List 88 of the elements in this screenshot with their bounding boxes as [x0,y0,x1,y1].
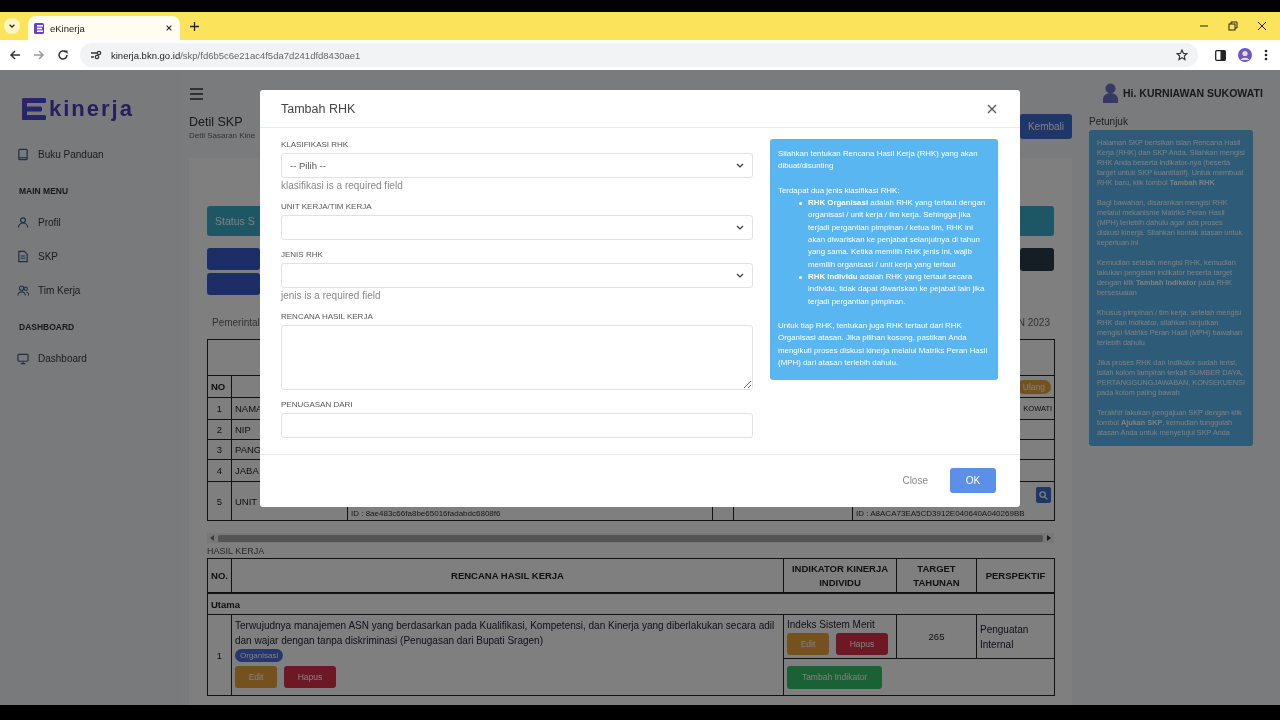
user-avatar-icon [1103,83,1118,103]
column-header: RENCANA HASIL KERJA [231,558,784,593]
close-icon[interactable] [165,24,173,32]
input-field[interactable] [281,413,753,438]
error-message: jenis is a required field [281,289,382,302]
id-text: ID : A8ACA73EA5CD3912E040640A040269BB [856,509,1025,518]
group-header: Utama [207,593,1055,615]
table-cell: 1 [207,397,232,420]
close-icon[interactable] [1257,21,1267,31]
forward-arrow-icon[interactable] [33,49,45,61]
modal-title: Tambah RHK [281,101,356,116]
field-label: JENIS RHK [281,250,324,260]
menu-icon[interactable] [190,88,203,100]
select-field[interactable]: -- Pilih -- [281,153,753,178]
search-icon [1039,490,1049,500]
reload-icon[interactable] [57,49,69,61]
logo-icon [34,22,44,34]
panel-title: Petunjuk [1089,116,1129,128]
restore-icon[interactable] [1228,21,1238,31]
search-button[interactable] [1036,487,1052,503]
bullet-icon [799,275,802,279]
delete-button[interactable]: Hapus [836,633,888,655]
column-header: NO. [207,558,232,593]
field-label: KLASIFIKASI RHK [281,140,350,150]
scroll-left-icon[interactable] [210,535,214,541]
chevron-down-icon [8,22,16,30]
table-cell: 5 [207,481,232,521]
table-cell: 1 [207,614,232,696]
nav-section-heading: MAIN MENU [19,186,69,196]
delete-button[interactable]: Hapus [284,666,336,688]
more-menu-icon[interactable] [1264,49,1268,61]
status-text: Status S [215,215,255,227]
nav-section-heading: DASHBOARD [19,322,75,332]
back-arrow-icon[interactable] [9,49,21,61]
browser-tab[interactable]: eKinerja [28,16,180,40]
rhk-text: Terwujudnya manajemen ASN yang berdasarkan pada Kualifikasi, Kompetensi, dan Kinerja yang diberlakukan secara adil dan wajar dengan tanpa diskriminasi (Penugasan dari Bupati Sragen) [235,619,776,648]
section-title: HASIL KERJA [207,546,266,556]
nav-item[interactable]: SKP [0,239,180,273]
chevron-down-icon [736,163,744,168]
side-panel-icon[interactable] [1215,49,1226,61]
tag-badge: Organisasi [235,649,284,662]
chevron-down-icon [736,273,744,278]
plus-icon[interactable] [190,21,199,31]
page-subtitle: Detil Sasaran Kine [189,130,256,142]
error-message: klasifikasi is a required field [281,179,404,192]
horizontal-scrollbar[interactable] [207,533,1054,543]
period-text: Pemerintal [212,318,260,328]
bullet-icon [799,202,802,206]
chevron-down-icon [736,225,744,230]
close-button[interactable]: Close [902,475,928,486]
users-icon [17,283,29,297]
scroll-right-icon[interactable] [1047,535,1051,541]
nav-item[interactable]: Buku Panduan [0,137,180,171]
profile-avatar-icon[interactable] [1238,48,1252,62]
star-icon[interactable] [1176,49,1188,61]
nav-item[interactable]: Tim Kerja [0,273,180,307]
table-cell-text: Penguatan Internal [980,622,1030,652]
site-settings-icon[interactable] [90,50,102,60]
book-icon [17,147,29,161]
tab-search-button[interactable] [4,18,20,34]
column-header: INDIKATOR KINERJA INDIVIDU [783,558,897,593]
nav-item[interactable]: Profil [0,205,180,239]
column-header: TARGET TAHUNAN [896,558,977,593]
address-bar[interactable]: kinerja.bkn.go.id/skp/fd6b5c6e21ac4f5da7d241dfd8430ae1 [80,43,1198,67]
url-text: kinerja.bkn.go.id/skp/fd6b5c6e21ac4f5da7d241dfd8430ae1 [111,49,362,61]
page-title: Detil SKP [189,114,244,130]
select-field[interactable] [281,215,753,240]
logo-text: kinerja [49,97,134,121]
table-cell: 4 [207,459,232,482]
nav-item[interactable]: Dashboard [0,341,180,375]
user-greeting: Hi. KURNIAWAN SUKOWATI [1123,87,1263,99]
table-cell: 3 [207,439,232,460]
field-label: RENCANA HASIL KERJA [281,312,374,322]
ok-button[interactable]: OK [950,468,996,493]
field-label: UNIT KERJA/TIM KERJA [281,202,373,212]
column-header: PERSPEKTIF [976,558,1055,593]
user-icon [17,215,29,229]
select-field[interactable] [281,263,753,288]
monitor-icon [17,351,29,365]
close-icon[interactable] [987,103,997,114]
indicator-text: Indeks Sistem Merit [787,618,876,632]
table-header-cell: NO [207,375,232,398]
back-button[interactable]: Kembali [1020,114,1072,139]
table-cell: 2 [207,419,232,440]
logo-icon [22,98,46,120]
id-text: ID : 8ae483c66fa8be65016fadabdc6808f6 [351,509,501,518]
document-icon [17,249,29,263]
table-cell: 265 [896,614,977,659]
